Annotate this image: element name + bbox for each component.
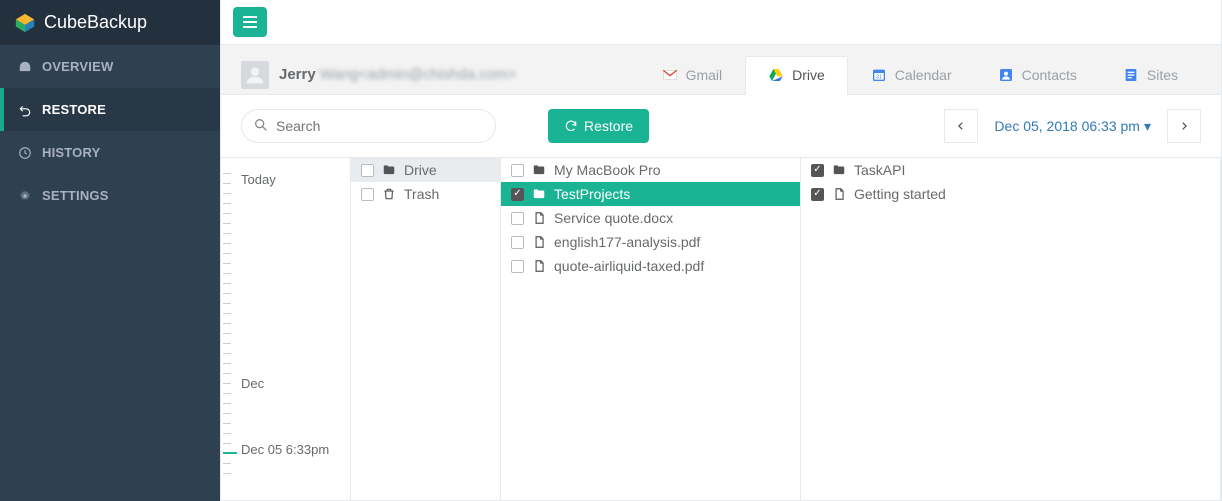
checkbox[interactable] <box>811 164 824 177</box>
folder-icon <box>832 163 846 177</box>
snapshot-prev-button[interactable] <box>944 109 978 143</box>
checkbox[interactable] <box>511 260 524 273</box>
svg-text:31: 31 <box>876 74 882 80</box>
doc-icon <box>532 211 546 225</box>
col3-row[interactable]: Getting started <box>801 182 1220 206</box>
nav-restore-label: RESTORE <box>42 102 106 117</box>
doc-icon <box>832 187 846 201</box>
timeline-today-label: Today <box>241 172 276 187</box>
tab-calendar[interactable]: 31 Calendar <box>848 56 975 95</box>
trash-icon <box>382 187 396 201</box>
undo-icon <box>18 103 32 117</box>
nav-history[interactable]: HISTORY <box>0 131 220 174</box>
gear-icon <box>18 189 32 203</box>
avatar <box>241 61 269 89</box>
col2-row[interactable]: TestProjects <box>501 182 800 206</box>
drive-icon <box>768 67 784 83</box>
tab-contacts[interactable]: Contacts <box>975 56 1100 95</box>
refresh-icon <box>564 119 578 133</box>
nav-restore[interactable]: RESTORE <box>0 88 220 131</box>
checkbox[interactable] <box>361 164 374 177</box>
folder-icon <box>382 163 396 177</box>
restore-button-label: Restore <box>584 118 633 134</box>
checkbox[interactable] <box>361 188 374 201</box>
row-label: english177-analysis.pdf <box>554 234 700 250</box>
dashboard-icon <box>18 60 32 74</box>
folder-icon <box>532 163 546 177</box>
tab-drive[interactable]: Drive <box>745 56 848 95</box>
tab-drive-label: Drive <box>792 67 825 83</box>
toggle-sidebar-button[interactable] <box>233 7 267 37</box>
hamburger-icon <box>243 16 257 28</box>
folder-icon <box>532 187 546 201</box>
search-wrap <box>241 109 496 143</box>
column-grandchildren: TaskAPI Getting started <box>801 158 1221 500</box>
col1-row[interactable]: Drive <box>351 158 500 182</box>
nav-settings-label: SETTINGS <box>42 188 109 203</box>
timeline-month-label: Dec <box>241 376 264 391</box>
checkbox[interactable] <box>511 212 524 225</box>
person-icon <box>245 65 265 85</box>
gmail-icon <box>662 67 678 83</box>
timeline[interactable]: Today Dec Dec 05 6:33pm <box>221 158 351 500</box>
col2-row[interactable]: english177-analysis.pdf <box>501 230 800 254</box>
col2-row[interactable]: Service quote.docx <box>501 206 800 230</box>
row-label: Service quote.docx <box>554 210 673 226</box>
nav-settings[interactable]: SETTINGS <box>0 174 220 217</box>
col1-row[interactable]: Trash <box>351 182 500 206</box>
search-icon <box>253 117 269 136</box>
tab-gmail-label: Gmail <box>686 67 723 83</box>
checkbox[interactable] <box>511 164 524 177</box>
brand-logo-icon <box>14 12 36 34</box>
tab-sites-label: Sites <box>1147 67 1178 83</box>
calendar-icon: 31 <box>871 67 887 83</box>
chevron-left-icon <box>956 119 966 133</box>
tab-calendar-label: Calendar <box>895 67 952 83</box>
checkbox[interactable] <box>811 188 824 201</box>
restore-button[interactable]: Restore <box>548 109 649 143</box>
doc-icon <box>532 235 546 249</box>
col2-row[interactable]: My MacBook Pro <box>501 158 800 182</box>
column-children: My MacBook Pro TestProjects Service quote.… <box>501 158 801 500</box>
contacts-icon <box>998 67 1014 83</box>
row-label: TestProjects <box>554 186 630 202</box>
chevron-right-icon <box>1179 119 1189 133</box>
row-label: TaskAPI <box>854 162 905 178</box>
checkbox[interactable] <box>511 188 524 201</box>
checkbox[interactable] <box>511 236 524 249</box>
nav-overview[interactable]: OVERVIEW <box>0 45 220 88</box>
user-label: Jerry Wang<admin@chishda.com> <box>279 66 516 83</box>
brand[interactable]: CubeBackup <box>0 0 220 45</box>
snapshot-next-button[interactable] <box>1167 109 1201 143</box>
row-label: Trash <box>404 186 439 202</box>
col2-row[interactable]: quote-airliquid-taxed.pdf <box>501 254 800 278</box>
search-input[interactable] <box>241 109 496 143</box>
snapshot-picker[interactable]: Dec 05, 2018 06:33 pm ▾ <box>984 109 1161 143</box>
tab-gmail[interactable]: Gmail <box>639 56 746 95</box>
nav-overview-label: OVERVIEW <box>42 59 113 74</box>
timeline-current-label: Dec 05 6:33pm <box>241 442 329 457</box>
row-label: quote-airliquid-taxed.pdf <box>554 258 704 274</box>
clock-icon <box>18 146 32 160</box>
sites-icon <box>1123 67 1139 83</box>
brand-name: CubeBackup <box>44 12 147 33</box>
column-roots: Drive Trash <box>351 158 501 500</box>
row-label: Drive <box>404 162 437 178</box>
snapshot-label: Dec 05, 2018 06:33 pm <box>994 118 1140 134</box>
col3-row[interactable]: TaskAPI <box>801 158 1220 182</box>
row-label: My MacBook Pro <box>554 162 661 178</box>
tab-contacts-label: Contacts <box>1022 67 1077 83</box>
doc-icon <box>532 259 546 273</box>
chevron-down-icon: ▾ <box>1144 118 1151 135</box>
row-label: Getting started <box>854 186 946 202</box>
nav-history-label: HISTORY <box>42 145 100 160</box>
user-tabs-row: Jerry Wang<admin@chishda.com> Gmail Driv… <box>221 45 1221 95</box>
tab-sites[interactable]: Sites <box>1100 56 1201 95</box>
